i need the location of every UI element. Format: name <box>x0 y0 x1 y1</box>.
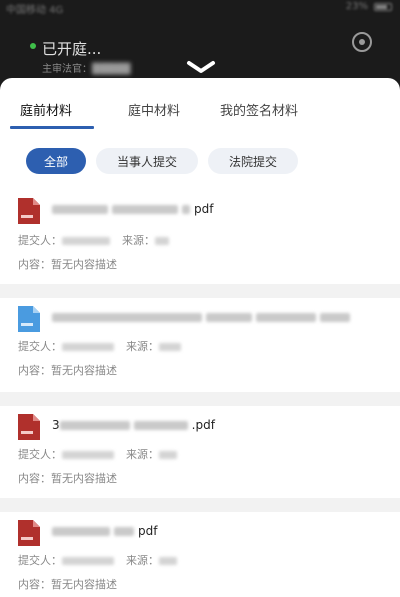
doc-file-icon <box>18 306 40 332</box>
filter-court-submitted[interactable]: 法院提交 <box>208 148 298 174</box>
divider <box>0 284 400 298</box>
list-item[interactable]: 3 .pdf 提交人： 来源： 内容：暂无内容描述 <box>0 406 400 498</box>
content-description: 内容：暂无内容描述 <box>18 578 117 591</box>
judge-line: 主审法官：█████ <box>42 64 131 75</box>
case-header: 已开庭... 主审法官：█████ <box>0 16 400 78</box>
content-description: 内容：暂无内容描述 <box>18 472 117 485</box>
battery-icon <box>374 2 392 11</box>
divider <box>0 392 400 406</box>
material-tabs: 庭前材料 庭中材料 我的签名材料 <box>0 78 400 130</box>
file-name <box>52 310 354 324</box>
case-status-title: 已开庭... <box>42 40 102 58</box>
submitter-row: 提交人： 来源： <box>18 552 181 568</box>
active-tab-indicator <box>10 126 94 129</box>
pdf-file-icon <box>18 520 40 546</box>
submitter-row: 提交人： 来源： <box>18 446 181 462</box>
battery-percent: 23% <box>345 1 368 12</box>
record-button-icon[interactable] <box>352 32 372 52</box>
judge-label: 主审法官： <box>42 64 92 75</box>
collapse-chevron-icon[interactable] <box>186 60 216 74</box>
tab-my-signed-materials[interactable]: 我的签名材料 <box>220 100 298 119</box>
filter-all[interactable]: 全部 <box>26 148 86 174</box>
tab-trial-materials[interactable]: 庭中材料 <box>128 100 180 119</box>
list-item[interactable]: 提交人： 来源： 内容：暂无内容描述 <box>0 298 400 392</box>
status-dot-icon <box>30 43 36 49</box>
file-name: pdf <box>52 524 157 538</box>
filter-party-submitted[interactable]: 当事人提交 <box>96 148 198 174</box>
list-item[interactable]: pdf 提交人： 来源： 内容：暂无内容描述 <box>0 512 400 597</box>
pdf-file-icon <box>18 414 40 440</box>
file-name: pdf <box>52 202 213 216</box>
materials-sheet: 庭前材料 庭中材料 我的签名材料 全部 当事人提交 法院提交 pdf 提交人：来… <box>0 78 400 597</box>
file-name: 3 .pdf <box>52 418 215 432</box>
divider <box>0 498 400 512</box>
status-bar: 中国移动 4G 23% <box>0 0 400 16</box>
content-description: 内容：暂无内容描述 <box>18 364 117 377</box>
carrier-text: 中国移动 4G <box>6 5 64 16</box>
list-item[interactable]: pdf 提交人： 来源： 内容：暂无内容描述 <box>0 188 400 284</box>
submitter-row: 提交人： 来源： <box>18 232 173 248</box>
filter-chips: 全部 当事人提交 法院提交 <box>0 148 400 176</box>
pdf-file-icon <box>18 198 40 224</box>
tab-pretrial-materials[interactable]: 庭前材料 <box>20 100 72 119</box>
content-description: 内容：暂无内容描述 <box>18 258 117 271</box>
submitter-row: 提交人： 来源： <box>18 338 185 354</box>
